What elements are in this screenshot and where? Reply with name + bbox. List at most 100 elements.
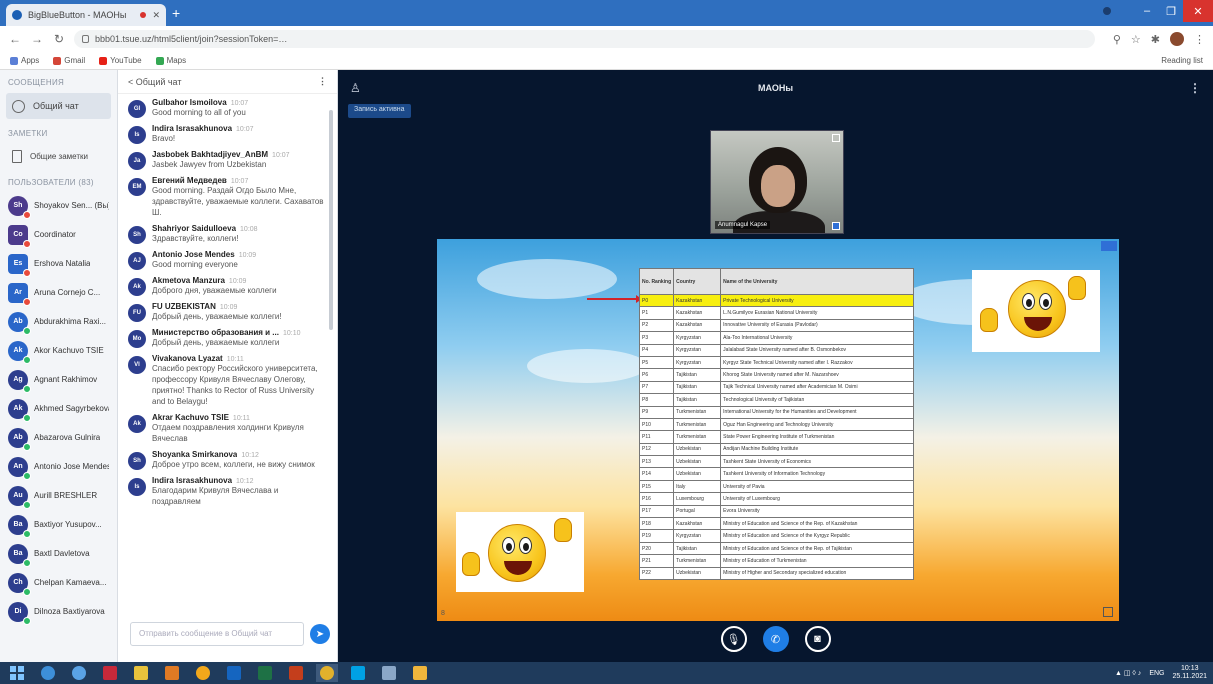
- user-list-item[interactable]: Au Aurill BRESHLER: [0, 481, 117, 510]
- close-tab-icon[interactable]: ✕: [152, 10, 160, 21]
- taskbar-explorer[interactable]: [130, 664, 152, 682]
- reading-list[interactable]: Reading list: [1161, 56, 1203, 65]
- message-header: Antonio Jose Mendes 10:09: [152, 250, 324, 259]
- message-author: Akrar Kachuvo TSIE: [152, 413, 229, 422]
- key-icon[interactable]: ⚲: [1113, 33, 1121, 46]
- table-row: P10 Turkmenistan Oguz Han Engineering and …: [638, 417, 914, 432]
- table-cell: International University for the Humanit…: [720, 405, 914, 419]
- webcam-options-icon[interactable]: [832, 222, 840, 230]
- user-list-item[interactable]: An Antonio Jose Mendes: [0, 452, 117, 481]
- message-header: Министерство образования и ... 10:10: [152, 328, 324, 337]
- taskbar-excel[interactable]: [254, 664, 276, 682]
- message-time: 10:09: [219, 304, 238, 311]
- minimize-button[interactable]: –: [1135, 0, 1159, 22]
- microphone-button[interactable]: 🎙: [720, 626, 747, 652]
- taskbar-powerpoint[interactable]: [285, 664, 307, 682]
- clock[interactable]: 10:13 25.11.2021: [1172, 665, 1207, 681]
- webcam-video[interactable]: Anumnagul Kapse: [710, 130, 844, 234]
- browser-toolbar: ← → ↻ bbb01.tsue.uz/html5client/join?ses…: [0, 26, 1213, 52]
- profile-avatar[interactable]: [1170, 32, 1184, 46]
- taskbar-app[interactable]: [192, 664, 214, 682]
- user-list-item[interactable]: Ab Abazarova Gulnira: [0, 423, 117, 452]
- browser-menu-icon[interactable]: ⋮: [1194, 33, 1205, 46]
- taskbar-language-flag[interactable]: [99, 664, 121, 682]
- user-list-item[interactable]: Ch Chelpan Kamaeva...: [0, 568, 117, 597]
- recording-indicator[interactable]: Запись активна: [348, 104, 411, 118]
- shared-notes-label: Общие заметки: [30, 151, 88, 161]
- apps-icon: [10, 56, 18, 65]
- message-text: Добрый день, уважаемые коллеги: [152, 338, 280, 347]
- chat-options-icon[interactable]: ⋮: [318, 76, 327, 87]
- extensions-icon[interactable]: ✱: [1151, 33, 1160, 46]
- back-button[interactable]: ←: [8, 32, 22, 46]
- forward-button[interactable]: →: [30, 32, 44, 46]
- user-name: Chelpan Kamaeva...: [34, 578, 107, 587]
- taskbar-media[interactable]: [161, 664, 183, 682]
- shared-notes-button[interactable]: Общие заметки: [6, 144, 111, 168]
- table-row: P15 Italy University of Pavia: [638, 479, 914, 494]
- user-list-item[interactable]: Ak Akor Kachuvo TSIE: [0, 336, 117, 365]
- status-dot-icon: [23, 326, 31, 335]
- close-window-button[interactable]: ✕: [1183, 0, 1213, 22]
- player-icon: [413, 666, 427, 680]
- user-list-item[interactable]: Ba Baxtiyor Yusupov...: [0, 510, 117, 539]
- taskbar-edge[interactable]: [37, 664, 59, 682]
- send-message-button[interactable]: ➤: [310, 624, 330, 644]
- bookmark-apps[interactable]: Apps: [10, 56, 39, 65]
- chat-scrollbar[interactable]: [329, 110, 333, 330]
- bookmark-maps[interactable]: Maps: [155, 56, 186, 65]
- table-row: P2 Kazakhstan Innovative University of Eur…: [638, 318, 914, 333]
- star-icon[interactable]: ☆: [1131, 33, 1141, 46]
- new-tab-button[interactable]: +: [172, 5, 180, 21]
- chat-message: Ja Jasbobek Bakhtadjiyev_AnBM 10:07 Jasbek …: [128, 150, 324, 170]
- table-cell: Uzbekistan: [673, 566, 722, 581]
- bookmark-gmail[interactable]: Gmail: [53, 56, 85, 65]
- public-chat-button[interactable]: Общий чат: [6, 93, 111, 119]
- user-name: Antonio Jose Mendes: [34, 462, 109, 471]
- user-list-item[interactable]: Di Dilnoza Baxtiyarova: [0, 597, 117, 626]
- bookmark-youtube[interactable]: YouTube: [99, 56, 142, 65]
- webcam-fullscreen-icon[interactable]: [832, 134, 840, 142]
- message-time: 10:07: [236, 126, 254, 133]
- chat-message-input[interactable]: Отправить сообщение в Общий чат: [130, 622, 304, 646]
- taskbar-chrome[interactable]: [316, 664, 338, 682]
- audio-phone-button[interactable]: ✆: [762, 626, 789, 652]
- start-button[interactable]: [6, 664, 28, 682]
- taskbar-skype[interactable]: [347, 664, 369, 682]
- taskbar-ie[interactable]: [68, 664, 90, 682]
- user-list-item[interactable]: Ag Agnant Rakhimov: [0, 365, 117, 394]
- message-author: Indira Israsakhunova: [152, 476, 233, 485]
- message-body: Antonio Jose Mendes 10:09 Good morning eve…: [152, 250, 324, 270]
- presentation-minimize-button[interactable]: [1101, 241, 1117, 251]
- taskbar-paint[interactable]: [378, 664, 400, 682]
- user-list-item[interactable]: Ar Aruna Cornejo C...: [0, 278, 117, 307]
- camera-button[interactable]: ◙: [804, 626, 831, 652]
- user-list-item[interactable]: Sh Shoyakov Sen... (Вы): [0, 191, 117, 220]
- user-list-item[interactable]: Es Ershova Natalia: [0, 249, 117, 278]
- message-time: 10:09: [228, 278, 247, 285]
- taskbar-player[interactable]: [409, 664, 431, 682]
- table-cell: State Power Engineering Institute of Tur…: [720, 430, 914, 444]
- taskbar-outlook[interactable]: [223, 664, 245, 682]
- table-cell: P15: [638, 479, 675, 494]
- tray-icons[interactable]: ▲ ◫ ◊ ♪: [1115, 669, 1141, 677]
- presentation-fullscreen-button[interactable]: [1103, 607, 1113, 617]
- user-list-item[interactable]: Ab Abdurakhima Raxi...: [0, 307, 117, 336]
- message-author: Shahriyor Saidulloeva: [152, 224, 237, 233]
- table-cell: Uzbekistan: [673, 467, 722, 481]
- message-text: Bravo!: [152, 134, 176, 143]
- address-bar[interactable]: bbb01.tsue.uz/html5client/join?sessionTo…: [74, 30, 1095, 48]
- user-list-item[interactable]: Co Coordinator: [0, 220, 117, 249]
- user-list-item[interactable]: Ba Baxtl Davletova: [0, 539, 117, 568]
- browser-tab[interactable]: BigBlueButton - МАОНы ✕: [6, 4, 166, 26]
- message-header: FU UZBEKISTAN 10:09: [152, 302, 324, 311]
- table-cell: Italy: [673, 479, 722, 494]
- status-dot-icon: [23, 268, 31, 277]
- language-indicator[interactable]: ENG: [1149, 670, 1164, 677]
- chat-title[interactable]: < Общий чат: [128, 77, 182, 87]
- avatar: Au: [8, 485, 31, 509]
- table-row: P12 Uzbekistan Andijan Machine Building In…: [638, 442, 914, 457]
- maximize-button[interactable]: ❐: [1159, 0, 1183, 22]
- reload-button[interactable]: ↻: [52, 32, 66, 46]
- user-list-item[interactable]: Ak Akhmed Sagyrbekova: [0, 394, 117, 423]
